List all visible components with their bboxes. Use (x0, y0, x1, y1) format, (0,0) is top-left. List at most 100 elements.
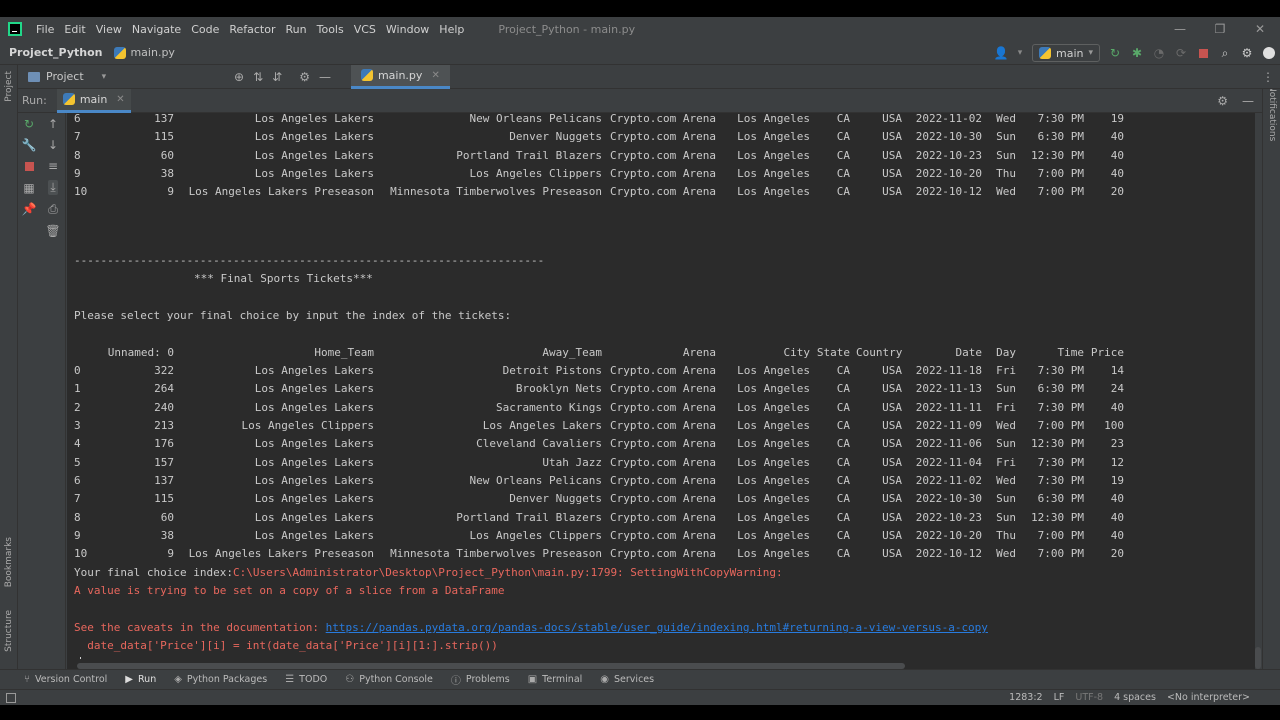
run-panel-header: Run: main ✕ ⚙ — (18, 88, 1262, 113)
table-cell: 2022-11-06 (915, 437, 982, 451)
menu-help[interactable]: Help (439, 23, 464, 36)
hide-panel-icon[interactable]: — (319, 70, 331, 84)
table-cell: 14 (1110, 364, 1124, 377)
table-cell: CA (836, 437, 850, 451)
table-cell: USA (882, 418, 902, 432)
layout-toggle-icon[interactable] (6, 692, 16, 703)
python-config-icon (1038, 47, 1051, 59)
structure-tool-button[interactable]: Structure (4, 610, 14, 652)
menu-vcs[interactable]: VCS (354, 23, 376, 36)
warning-path-link[interactable]: C:\Users\Administrator\Desktop\Project_P… (233, 566, 783, 579)
more-options-icon[interactable]: ⋮ (1262, 70, 1274, 84)
table-cell: Crypto.com Arena (610, 528, 716, 542)
menu-run[interactable]: Run (286, 23, 307, 36)
table-cell: Los Angeles (737, 455, 810, 469)
arrow-up-icon[interactable]: ↑ (48, 117, 58, 131)
pin-icon[interactable]: 📌 (22, 202, 37, 216)
indent-setting[interactable]: 4 spaces (1114, 692, 1156, 703)
settings-gear-icon[interactable]: ⚙ (1240, 46, 1254, 60)
console-output[interactable]: 6 137 Los Angeles Lakers New Orleans Pelica… (67, 113, 1255, 659)
close-window-button[interactable]: ✕ (1240, 17, 1280, 41)
tab-problems[interactable]: ⓘ Problems (451, 672, 510, 687)
cursor-position[interactable]: 1283:2 (1009, 692, 1042, 703)
tab-run[interactable]: ▶ Run (125, 674, 156, 685)
rerun-icon[interactable]: ↻ (1108, 46, 1122, 60)
arrow-down-icon[interactable]: ↓ (48, 138, 58, 152)
trash-icon[interactable]: 🗑 (45, 224, 60, 238)
soft-wrap-icon[interactable]: ≡ (48, 159, 58, 173)
profile-icon[interactable]: ⟳ (1174, 46, 1188, 60)
table-cell: Los Angeles (737, 400, 810, 414)
menu-navigate[interactable]: Navigate (132, 23, 181, 36)
menu-file[interactable]: File (36, 23, 54, 36)
table-cell: 7:00 PM (1037, 185, 1084, 199)
menu-window[interactable]: Window (386, 23, 429, 36)
vertical-scroll-thumb[interactable] (1255, 647, 1261, 669)
tab-services[interactable]: ◉ Services (600, 674, 654, 685)
menu-tools[interactable]: Tools (317, 23, 344, 36)
project-tool-button[interactable]: Project (4, 71, 14, 102)
run-tab-main[interactable]: main ✕ (56, 88, 131, 113)
table-cell: CA (836, 492, 850, 506)
notifications-tool-button[interactable]: Notifications (1267, 85, 1277, 141)
user-dropdown-chevron-icon[interactable]: ▾ (1016, 46, 1024, 60)
coverage-icon[interactable]: ◔ (1152, 46, 1166, 60)
menu-refactor[interactable]: Refactor (229, 23, 275, 36)
table-cell: 2022-11-04 (915, 455, 982, 469)
collapse-all-icon[interactable]: ⇵ (272, 70, 282, 84)
file-encoding[interactable]: UTF-8 (1075, 692, 1103, 703)
stop-icon[interactable] (24, 159, 34, 174)
tab-version-control[interactable]: ⑂ Version Control (24, 674, 107, 685)
layout-icon[interactable]: ▦ (23, 181, 34, 195)
bookmarks-tool-button[interactable]: Bookmarks (4, 537, 14, 587)
menu-code[interactable]: Code (191, 23, 219, 36)
bottom-tool-tabs: ⑂ Version Control ▶ Run ◈ Python Packages ☰… (0, 669, 1280, 689)
tab-python-packages[interactable]: ◈ Python Packages (174, 674, 267, 685)
jetbrains-icon[interactable] (1262, 46, 1276, 60)
tab-todo[interactable]: ☰ TODO (285, 674, 327, 685)
scroll-to-end-icon[interactable]: ⤓ (48, 180, 58, 195)
breadcrumb-file[interactable]: main.py (114, 46, 175, 59)
table-cell: Fri (996, 455, 1016, 469)
table-cell: Wed (996, 185, 1016, 199)
project-view-select[interactable]: Project ▾ (28, 70, 228, 83)
wrench-icon[interactable]: 🔧 (22, 138, 37, 152)
search-icon[interactable]: ⌕ (1218, 46, 1232, 60)
menu-view[interactable]: View (96, 23, 122, 36)
options-gear-icon[interactable]: ⚙ (299, 70, 310, 84)
minimize-button[interactable]: — (1160, 17, 1200, 41)
rerun-icon[interactable]: ↻ (24, 117, 34, 131)
branch-icon: ⑂ (24, 674, 30, 685)
restore-button[interactable]: ❐ (1200, 17, 1240, 41)
letterbox-bottom (0, 705, 1280, 720)
tab-python-console[interactable]: ⚇ Python Console (345, 674, 433, 685)
close-tab-icon[interactable]: ✕ (431, 70, 439, 81)
table-cell: 60 (160, 510, 174, 524)
table-cell: USA (882, 510, 902, 524)
debug-icon[interactable]: ✱ (1130, 46, 1144, 60)
hide-run-panel-icon[interactable]: — (1242, 94, 1254, 108)
print-icon[interactable]: ⎙ (48, 202, 58, 217)
locate-file-icon[interactable]: ⊕ (234, 70, 244, 84)
tab-terminal[interactable]: ▣ Terminal (528, 674, 583, 685)
table-cell: Los Angeles (737, 418, 810, 432)
line-separator[interactable]: LF (1054, 692, 1065, 703)
table-cell: Los Angeles (737, 382, 810, 396)
warning-code-line: date_data['Price'][i] = int(date_data['P… (74, 639, 498, 652)
expand-all-icon[interactable]: ⇅ (253, 70, 263, 84)
close-run-tab-icon[interactable]: ✕ (116, 94, 124, 105)
run-settings-gear-icon[interactable]: ⚙ (1217, 94, 1228, 108)
menu-edit[interactable]: Edit (64, 23, 85, 36)
breadcrumb-project[interactable]: Project_Python (9, 46, 102, 59)
stop-icon[interactable] (1196, 46, 1210, 60)
documentation-link[interactable]: https://pandas.pydata.org/pandas-docs/st… (326, 621, 988, 634)
table-cell: Wed (996, 113, 1016, 125)
table-cell: 2022-10-12 (915, 547, 982, 561)
table-cell: 137 (154, 113, 174, 125)
interpreter-selector[interactable]: <No interpreter> (1167, 692, 1250, 703)
table-cell: 40 (1110, 400, 1124, 414)
user-icon[interactable]: 👤 (994, 46, 1009, 60)
table-header-cell: Price (1090, 346, 1124, 359)
run-configuration-select[interactable]: main ▾ (1031, 44, 1100, 62)
editor-tab-main-py[interactable]: main.py ✕ (350, 64, 450, 89)
